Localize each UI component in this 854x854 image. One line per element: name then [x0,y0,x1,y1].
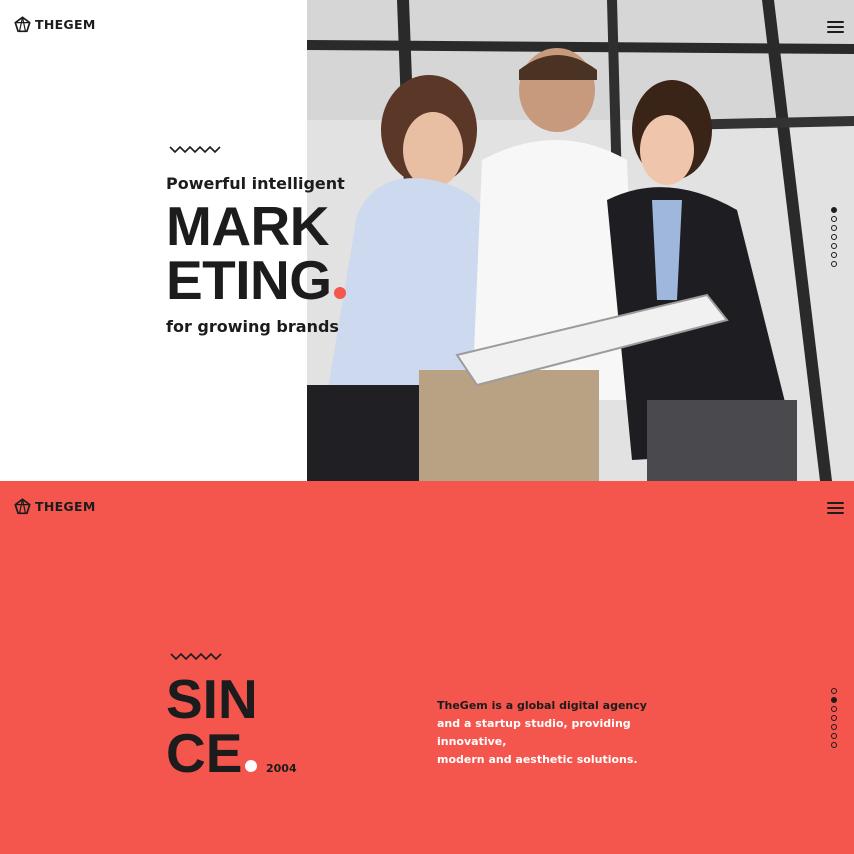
slide-dot-6[interactable] [831,733,837,739]
slide-dot-3[interactable] [831,225,837,231]
brand-name: THEGEM [35,17,96,32]
gem-logo-icon [14,16,31,33]
description-line-3: modern and aesthetic solutions. [437,753,638,766]
slide-pagination [831,207,837,267]
slide-pagination [831,688,837,748]
slide-dot-5[interactable] [831,724,837,730]
slide-dot-5[interactable] [831,243,837,249]
hero-photo [307,0,854,481]
hero-title: MARK ETING [166,195,346,308]
description-line-2: and a startup studio, providing innovati… [437,717,631,748]
slide-dot-7[interactable] [831,742,837,748]
agency-description: TheGem is a global digital agency and a … [437,697,697,769]
since-title-line-2-text: CE [166,722,243,784]
gem-logo-icon [14,498,31,515]
accent-dot-icon [245,760,258,772]
hamburger-menu-icon[interactable] [827,21,844,33]
brand-logo[interactable]: THEGEM [14,16,96,33]
slide-dot-4[interactable] [831,234,837,240]
slide-dot-7[interactable] [831,261,837,267]
brand-logo[interactable]: THEGEM [14,498,96,515]
description-line-1: TheGem is a global digital agency [437,699,647,712]
hero-title-line-1: MARK [166,195,329,257]
slide-dot-1[interactable] [831,207,837,213]
since-title: SIN CE [166,668,258,781]
brand-name: THEGEM [35,499,96,514]
accent-dot-icon [333,287,346,299]
hero-title-line-2-text: ETING [166,249,332,311]
slide-dot-2[interactable] [831,697,837,703]
slide-dot-2[interactable] [831,216,837,222]
since-title-line-2: CE [166,726,258,781]
zigzag-decoration-icon [170,652,222,661]
zigzag-decoration-icon [169,145,221,154]
hero-section: THEGEM Powerful intelligent MARK ETING f… [0,0,854,481]
slide-dot-4[interactable] [831,715,837,721]
slide-dot-6[interactable] [831,252,837,258]
hero-pretitle: Powerful intelligent [166,174,345,193]
since-year: 2004 [266,762,297,775]
hero-subtitle: for growing brands [166,317,339,336]
hamburger-menu-icon[interactable] [827,502,844,514]
since-section: THEGEM SIN CE 2004 TheGem is a global di… [0,481,854,854]
since-title-line-1: SIN [166,668,258,730]
hero-title-line-2: ETING [166,253,346,308]
slide-dot-3[interactable] [831,706,837,712]
slide-dot-1[interactable] [831,688,837,694]
